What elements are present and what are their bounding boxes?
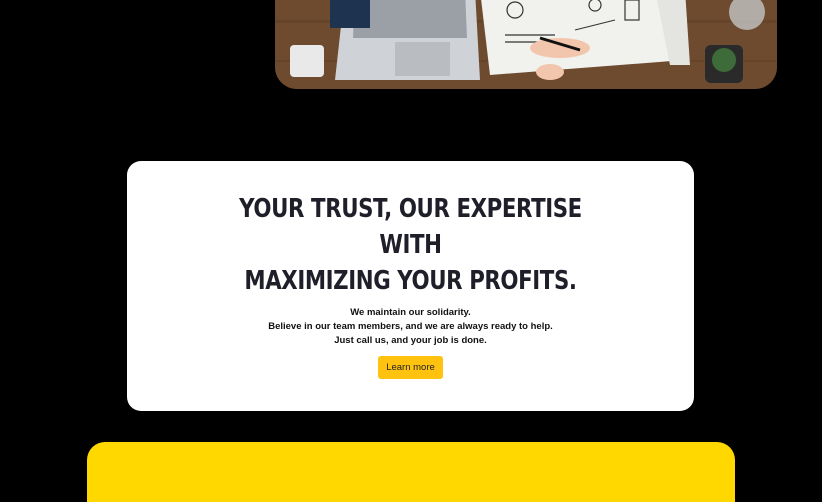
- card-heading: Your trust, our expertise with maximizin…: [178, 161, 643, 299]
- body-line-1: We maintain our solidarity.: [350, 307, 471, 318]
- promo-card: Your trust, our expertise with maximizin…: [127, 161, 694, 411]
- learn-more-button[interactable]: Learn more: [378, 356, 443, 379]
- heading-line-3: maximizing your profits.: [244, 266, 577, 296]
- desk-workspace-photo-icon: [275, 0, 777, 89]
- yellow-panel: [87, 442, 735, 502]
- body-line-2: Believe in our team members, and we are …: [268, 321, 553, 332]
- card-body: We maintain our solidarity. Believe in o…: [127, 306, 694, 348]
- body-line-3: Just call us, and your job is done.: [334, 335, 487, 346]
- heading-line-2: with: [379, 230, 442, 260]
- hero-photo: [275, 0, 777, 89]
- heading-line-1: Your trust, our expertise: [239, 194, 582, 224]
